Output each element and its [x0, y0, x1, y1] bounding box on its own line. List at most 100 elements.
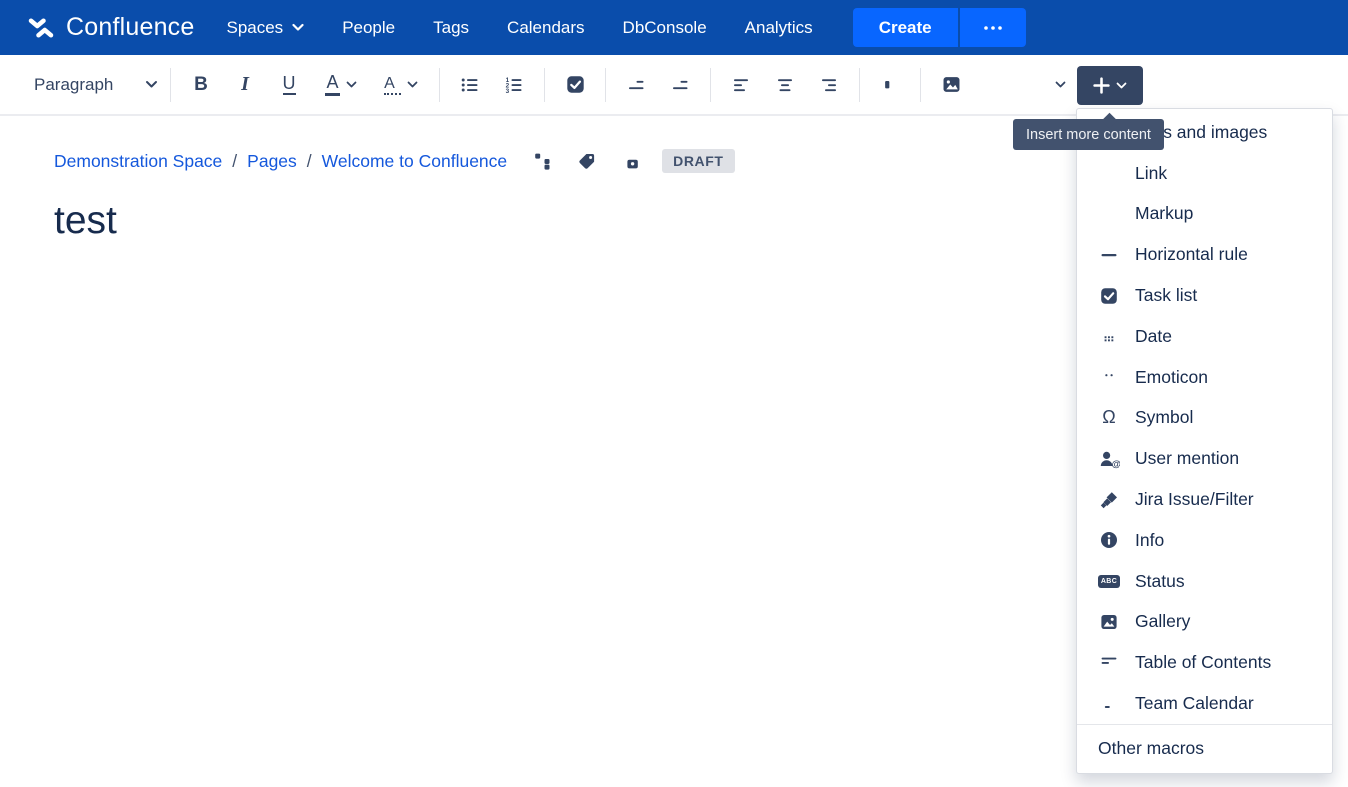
nav-item-label: Spaces	[226, 17, 284, 37]
undo-icon	[1166, 76, 1189, 94]
menu-item-label: Horizontal rule	[1135, 244, 1248, 265]
breadcrumb-separator: /	[306, 150, 312, 171]
align-center-button[interactable]	[763, 66, 807, 104]
toolbar-divider	[920, 67, 921, 102]
insert-image-button[interactable]	[929, 66, 973, 104]
bold-icon: B	[194, 73, 208, 95]
toolbar-divider	[710, 67, 711, 102]
toolbar-divider	[544, 67, 545, 102]
numbered-list-button[interactable]: 1 2 3	[492, 66, 536, 104]
menu-item-label: Table of Contents	[1135, 652, 1272, 673]
align-right-icon	[822, 78, 836, 91]
bullet-list-icon	[461, 78, 478, 91]
menu-item-date[interactable]: Date	[1077, 316, 1332, 357]
underline-button[interactable]: U	[267, 66, 311, 104]
page-meta-icons	[533, 151, 642, 171]
page-layout-button[interactable]	[868, 66, 912, 104]
redo-button[interactable]	[1200, 66, 1244, 104]
symbol-omega-icon: Ω	[1102, 407, 1116, 428]
team-calendar-icon	[1098, 694, 1120, 714]
nav-item-tags[interactable]: Tags	[433, 18, 469, 38]
user-mention-icon: @	[1098, 449, 1120, 469]
nav-item-spaces[interactable]: Spaces	[226, 18, 304, 38]
page-tree-icon[interactable]	[533, 152, 552, 171]
editor-toolbar: Paragraph B I U A A 1 2 3	[0, 55, 1348, 116]
menu-item-label: Jira Issue/Filter	[1135, 489, 1254, 510]
menu-item-markup[interactable]: Markup	[1077, 194, 1332, 235]
menu-item-task-list[interactable]: Task list	[1077, 275, 1332, 316]
outdent-icon	[629, 80, 644, 89]
labels-tag-icon[interactable]	[577, 151, 597, 171]
insert-more-content-tooltip: Insert more content	[1013, 119, 1164, 150]
text-color-dropdown[interactable]: A	[311, 66, 371, 104]
menu-item-label: Date	[1135, 325, 1172, 346]
table-icon	[1030, 77, 1047, 92]
breadcrumb-page-link[interactable]: Welcome to Confluence	[322, 151, 507, 172]
menu-item-label: Emoticon	[1135, 366, 1208, 387]
menu-item-info[interactable]: Info	[1077, 520, 1332, 561]
confluence-logo-icon	[28, 18, 54, 37]
menu-item-table-of-contents[interactable]: Table of Contents	[1077, 642, 1332, 683]
menu-item-jira-issue-filter[interactable]: Jira Issue/Filter	[1077, 479, 1332, 520]
menu-item-user-mention[interactable]: @ User mention	[1077, 438, 1332, 479]
horizontal-rule-icon	[1098, 245, 1120, 265]
indent-button[interactable]	[658, 66, 702, 104]
task-list-button[interactable]	[553, 66, 597, 104]
align-left-icon	[734, 78, 748, 91]
calendar-icon	[1098, 326, 1120, 346]
menu-item-label: Symbol	[1135, 407, 1194, 428]
toolbar-divider	[170, 67, 171, 102]
page-title-input[interactable]: test	[54, 199, 117, 243]
nav-more-button[interactable]	[959, 8, 1026, 47]
toolbar-divider	[605, 67, 606, 102]
menu-item-label: Link	[1135, 162, 1168, 183]
insert-more-content-button[interactable]	[1077, 66, 1143, 105]
undo-button[interactable]	[1155, 66, 1199, 104]
align-center-icon	[778, 78, 792, 91]
menu-item-label: Status	[1135, 570, 1185, 591]
align-left-button[interactable]	[719, 66, 763, 104]
link-icon	[985, 74, 1006, 95]
paragraph-style-dropdown[interactable]: Paragraph	[30, 66, 162, 104]
breadcrumb-pages-link[interactable]: Pages	[247, 151, 297, 172]
nav-item-people[interactable]: People	[342, 18, 395, 38]
nav-action-buttons: Create	[852, 8, 1026, 47]
confluence-home-link[interactable]: Confluence	[26, 13, 194, 43]
chevron-down-icon	[407, 81, 418, 87]
indent-icon	[673, 80, 688, 89]
page-layout-icon	[884, 81, 889, 89]
bold-button[interactable]: B	[179, 66, 223, 104]
insert-more-content-menu: Files and images Link Markup Horizontal …	[1076, 108, 1333, 774]
italic-icon: I	[241, 73, 249, 95]
align-right-button[interactable]	[807, 66, 851, 104]
underline-icon: U	[282, 73, 296, 95]
unlock-icon[interactable]	[622, 151, 642, 171]
italic-button[interactable]: I	[223, 66, 267, 104]
menu-item-horizontal-rule[interactable]: Horizontal rule	[1077, 234, 1332, 275]
menu-item-symbol[interactable]: Ω Symbol	[1077, 398, 1332, 439]
menu-item-gallery[interactable]: Gallery	[1077, 602, 1332, 643]
other-macros-link[interactable]: Other macros	[1077, 723, 1332, 773]
insert-link-button[interactable]	[973, 66, 1017, 104]
menu-item-team-calendar[interactable]: Team Calendar	[1077, 683, 1332, 724]
breadcrumb-space-link[interactable]: Demonstration Space	[54, 151, 222, 172]
menu-item-link[interactable]: Link	[1077, 153, 1332, 194]
menu-item-emoticon[interactable]: Emoticon	[1077, 357, 1332, 398]
menu-item-status[interactable]: ABC Status	[1077, 561, 1332, 602]
menu-item-label: Task list	[1135, 285, 1198, 306]
nav-item-dbconsole[interactable]: DbConsole	[623, 18, 707, 38]
chevron-down-icon	[292, 23, 304, 31]
nav-item-analytics[interactable]: Analytics	[745, 18, 813, 38]
gallery-icon	[1098, 612, 1120, 632]
nav-item-calendars[interactable]: Calendars	[507, 18, 585, 38]
info-icon	[1098, 530, 1120, 550]
create-button[interactable]: Create	[852, 8, 958, 47]
insert-menu-list: Files and images Link Markup Horizontal …	[1077, 109, 1332, 724]
more-formatting-dropdown[interactable]: A	[371, 66, 431, 104]
task-list-icon	[566, 76, 584, 93]
outdent-button[interactable]	[614, 66, 658, 104]
menu-item-label: User mention	[1135, 448, 1240, 469]
bullet-list-button[interactable]	[448, 66, 492, 104]
insert-table-dropdown[interactable]	[1017, 66, 1077, 104]
paragraph-style-label: Paragraph	[34, 74, 114, 94]
